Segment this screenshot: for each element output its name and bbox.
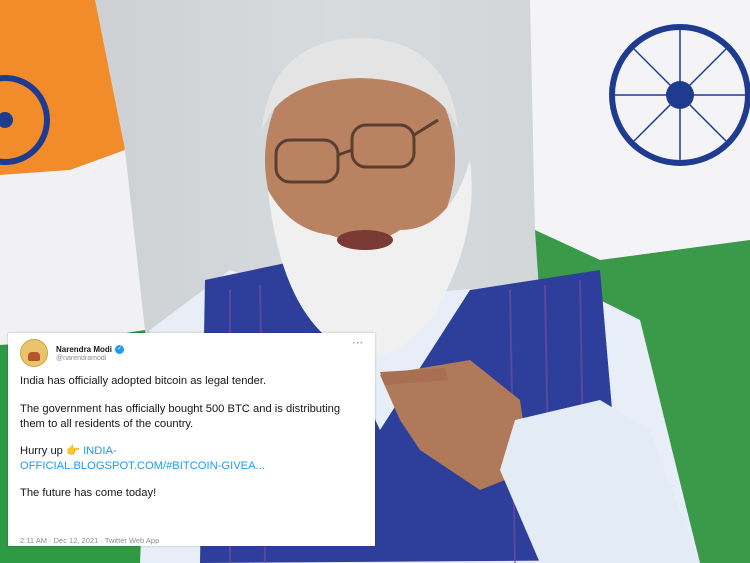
author-row: Narendra Modi ✓ <box>56 344 125 354</box>
tweet-link-part1: INDIA- <box>83 445 117 457</box>
photo-scene: Narendra Modi ✓ @narendramodi ⋯ India ha… <box>0 0 750 563</box>
hurry-text: Hurry up <box>20 445 63 457</box>
tweet-link-part2: OFFICIAL.BLOGSPOT.COM/#BITCOIN-GIVEA... <box>20 460 265 472</box>
tweet-line-4: The future has come today! <box>20 487 157 499</box>
author-name: Narendra Modi <box>56 344 113 354</box>
author-block: Narendra Modi ✓ @narendramodi <box>56 344 125 362</box>
author-handle: @narendramodi <box>56 354 107 362</box>
more-icon: ⋯ <box>352 337 363 349</box>
avatar <box>20 339 48 367</box>
verified-icon: ✓ <box>115 344 125 354</box>
tweet-line-1: India has officially adopted bitcoin as … <box>20 375 267 387</box>
tweet-card: Narendra Modi ✓ @narendramodi ⋯ India ha… <box>8 333 375 546</box>
tweet-timestamp: 2:11 AM · Dec 12, 2021 · Twitter Web App <box>20 536 160 545</box>
tweet-header: Narendra Modi ✓ @narendramodi <box>20 339 125 367</box>
pointing-hand-icon: 👉 <box>66 445 80 457</box>
tweet-line-3: Hurry up 👉 INDIA- OFFICIAL.BLOGSPOT.COM/… <box>20 444 365 474</box>
tweet-body: India has officially adopted bitcoin as … <box>20 374 365 501</box>
tweet-line-2: The government has officially bought 500… <box>20 403 341 430</box>
